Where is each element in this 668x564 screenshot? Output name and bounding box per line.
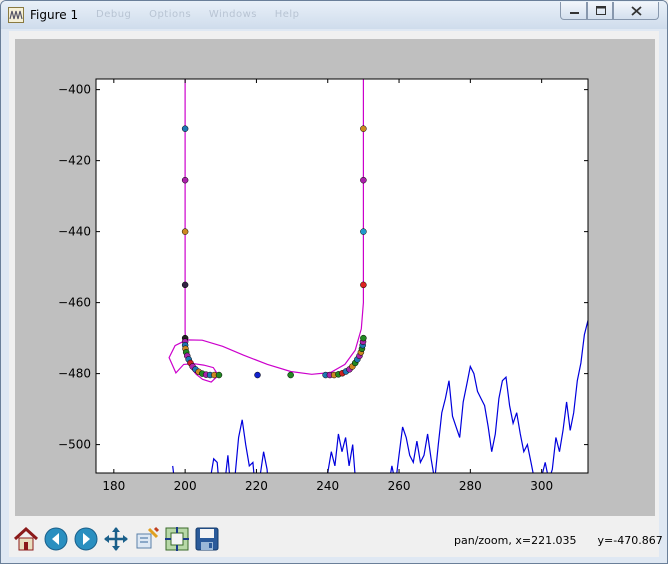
maximize-icon bbox=[596, 6, 606, 15]
pan-button[interactable] bbox=[102, 525, 130, 553]
plot-svg: 180 200 220 240 260 280 300 −400 −420 −440 −460 −48… bbox=[58, 78, 589, 493]
zoom-icon bbox=[136, 526, 160, 549]
home-button[interactable] bbox=[12, 525, 40, 553]
x-tick-label: 180 bbox=[102, 479, 125, 493]
x-tick-label: 220 bbox=[245, 479, 268, 493]
scatter-point-38 bbox=[360, 281, 367, 289]
zoom-button[interactable] bbox=[133, 525, 161, 553]
figure-canvas[interactable]: 180 200 220 240 260 280 300 −400 −420 −440 −460 −48… bbox=[15, 39, 655, 516]
window-title: Figure 1 bbox=[30, 8, 79, 22]
menu-hint-item: Options bbox=[149, 9, 192, 20]
close-icon bbox=[631, 6, 642, 16]
scatter-point-19 bbox=[215, 371, 223, 379]
x-tick-label: 200 bbox=[174, 479, 197, 493]
forward-icon bbox=[74, 527, 98, 551]
maximize-button[interactable] bbox=[587, 2, 613, 20]
back-icon bbox=[44, 527, 68, 551]
y-tick-label: −460 bbox=[58, 296, 91, 310]
background-menu-hint: Debug Options Windows Help bbox=[96, 9, 314, 20]
y-tick-label: −500 bbox=[58, 438, 91, 452]
x-tick-label: 300 bbox=[530, 479, 553, 493]
menu-hint-item: Help bbox=[274, 9, 300, 20]
matplotlib-app-icon bbox=[8, 7, 24, 23]
pan-icon bbox=[104, 527, 128, 551]
subplots-icon bbox=[165, 527, 189, 551]
scatter-point-2 bbox=[181, 228, 189, 235]
figure-window: Figure 1 Debug Options Windows Help 180 2… bbox=[0, 0, 668, 564]
x-tick-label: 260 bbox=[388, 479, 411, 493]
menu-hint-item: Windows bbox=[208, 9, 257, 20]
scatter-point-21 bbox=[287, 371, 294, 379]
forward-button[interactable] bbox=[72, 525, 100, 553]
save-icon bbox=[195, 527, 219, 551]
scatter-point-39 bbox=[360, 228, 367, 235]
scatter-point-1 bbox=[181, 176, 189, 184]
y-tick-label: −420 bbox=[58, 154, 91, 168]
subplots-button[interactable] bbox=[163, 525, 191, 553]
home-icon bbox=[13, 526, 39, 551]
close-button[interactable] bbox=[613, 2, 659, 20]
scatter-point-3 bbox=[181, 281, 189, 289]
minimize-icon bbox=[570, 12, 579, 14]
status-readout: pan/zoom, x=221.035 y=-470.867 bbox=[454, 534, 663, 547]
scatter-point-20 bbox=[254, 371, 261, 379]
y-tick-label: −440 bbox=[58, 225, 91, 239]
scatter-point-37 bbox=[360, 334, 367, 342]
save-button[interactable] bbox=[193, 525, 221, 553]
scatter-point-0 bbox=[181, 125, 189, 132]
axes-background bbox=[96, 79, 588, 473]
y-tick-label: −480 bbox=[58, 367, 91, 381]
x-tick-label: 280 bbox=[459, 479, 482, 493]
scatter-point-41 bbox=[360, 125, 367, 132]
minimize-button[interactable] bbox=[560, 2, 587, 20]
menu-hint-item: Debug bbox=[96, 9, 132, 20]
x-tick-label: 240 bbox=[316, 479, 339, 493]
back-button[interactable] bbox=[42, 525, 70, 553]
y-tick-label: −400 bbox=[58, 83, 91, 97]
scatter-point-40 bbox=[360, 176, 367, 184]
title-bar[interactable]: Figure 1 Debug Options Windows Help bbox=[1, 1, 667, 29]
